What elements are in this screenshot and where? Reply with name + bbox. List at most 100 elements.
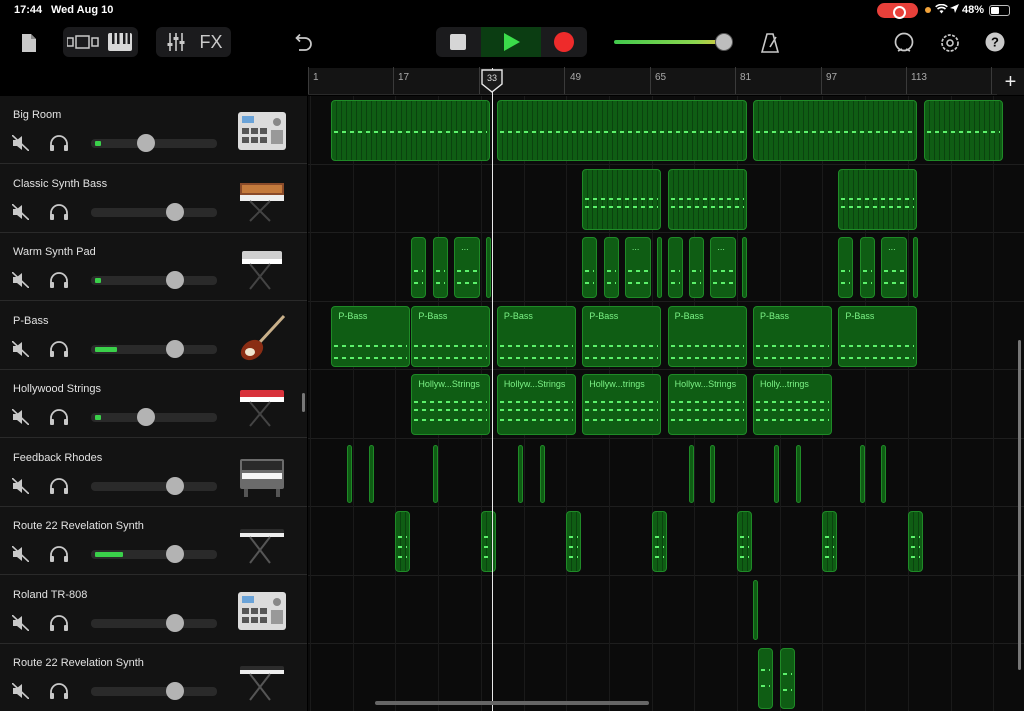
screen-recording-icon[interactable] — [877, 3, 918, 19]
region[interactable] — [913, 237, 919, 298]
region[interactable] — [742, 237, 748, 298]
add-track-button[interactable]: + — [997, 70, 1024, 95]
drum-machine-icon[interactable] — [236, 108, 288, 156]
track-volume-knob[interactable] — [137, 134, 155, 152]
arrangement-area[interactable]: ............ P-Bass P-Bass P-Bass P-Bass P-Ba… — [308, 96, 1024, 711]
track-volume-knob[interactable] — [166, 682, 184, 700]
region[interactable] — [753, 100, 918, 161]
track-volume-slider[interactable] — [91, 618, 217, 628]
track-header[interactable]: P-Bass — [0, 302, 307, 370]
region[interactable]: P-Bass — [667, 305, 747, 367]
track-volume-slider[interactable] — [91, 687, 217, 696]
track-volume-knob[interactable] — [166, 476, 184, 495]
timeline-ruler[interactable]: 1 17 33 49 65 81 97 113 — [308, 67, 1024, 95]
track-volume-slider[interactable] — [91, 481, 217, 491]
region[interactable] — [347, 444, 353, 503]
fx-button[interactable]: FX — [194, 27, 228, 57]
region[interactable]: ... — [710, 237, 736, 298]
region[interactable] — [651, 511, 667, 572]
region[interactable] — [838, 237, 854, 298]
loop-icon[interactable] — [892, 31, 916, 55]
region[interactable] — [688, 444, 694, 503]
mute-icon[interactable] — [11, 682, 30, 700]
region[interactable]: ... — [881, 237, 907, 298]
playhead-handle[interactable]: 33 — [481, 69, 503, 93]
synthesizer-icon[interactable] — [236, 177, 288, 225]
region[interactable]: Holly...trings — [753, 374, 833, 435]
master-volume-slider[interactable] — [614, 40, 730, 44]
region[interactable]: P-Bass — [582, 305, 662, 367]
keyboard-icon[interactable] — [103, 27, 137, 57]
region[interactable] — [822, 511, 838, 572]
region[interactable] — [486, 237, 492, 298]
synthesizer-stand-icon[interactable] — [236, 656, 288, 704]
region[interactable] — [838, 168, 918, 230]
track-view-icon[interactable] — [65, 27, 101, 57]
play-button[interactable] — [481, 27, 541, 57]
mute-icon[interactable] — [11, 476, 30, 495]
track-header[interactable]: Route 22 Revelation Synth — [0, 507, 307, 575]
region[interactable] — [774, 444, 780, 503]
mute-icon[interactable] — [11, 613, 30, 632]
region[interactable]: Hollyw...Strings — [411, 374, 491, 435]
track-volume-slider[interactable] — [91, 207, 217, 217]
region[interactable] — [395, 511, 411, 572]
master-volume-knob[interactable] — [715, 33, 733, 51]
region[interactable] — [656, 237, 662, 298]
region[interactable] — [795, 444, 801, 503]
track-volume-knob[interactable] — [166, 202, 184, 221]
region[interactable] — [667, 168, 747, 230]
mute-icon[interactable] — [11, 339, 30, 358]
region[interactable]: P-Bass — [753, 305, 833, 367]
track-header[interactable]: Hollywood Strings — [0, 370, 307, 438]
bass-guitar-icon[interactable] — [236, 314, 288, 362]
region[interactable] — [859, 444, 865, 503]
region[interactable]: Hollyw...Strings — [496, 374, 576, 435]
region[interactable] — [603, 237, 619, 298]
record-button[interactable] — [541, 27, 587, 57]
region[interactable] — [779, 648, 795, 709]
electric-piano-icon[interactable] — [236, 451, 288, 499]
headphones-icon[interactable] — [49, 682, 69, 700]
mute-icon[interactable] — [11, 271, 30, 289]
region[interactable]: P-Bass — [411, 305, 491, 367]
track-volume-slider[interactable] — [91, 276, 217, 285]
region[interactable] — [411, 237, 427, 298]
track-header[interactable]: Warm Synth Pad — [0, 233, 307, 301]
track-header[interactable]: Classic Synth Bass — [0, 165, 307, 233]
mixer-icon[interactable] — [160, 27, 192, 57]
region[interactable] — [907, 511, 923, 572]
track-header[interactable]: Feedback Rhodes — [0, 439, 307, 507]
region[interactable] — [582, 237, 598, 298]
region[interactable]: Hollyw...Strings — [667, 374, 747, 435]
horizontal-scrollbar[interactable] — [375, 701, 649, 705]
region[interactable]: ... — [454, 237, 480, 298]
region[interactable] — [923, 100, 1003, 161]
track-volume-knob[interactable] — [166, 339, 184, 358]
region[interactable] — [753, 579, 758, 640]
track-volume-knob[interactable] — [166, 545, 184, 563]
track-header[interactable]: Route 22 Revelation Synth — [0, 644, 307, 711]
region[interactable] — [859, 237, 875, 298]
region[interactable]: Hollyw...trings — [582, 374, 662, 435]
region[interactable] — [710, 444, 716, 503]
track-header[interactable]: Big Room — [0, 96, 307, 164]
metronome-icon[interactable] — [758, 31, 782, 55]
drum-machine-icon[interactable] — [236, 588, 288, 636]
region[interactable]: P-Bass — [496, 305, 576, 367]
region[interactable] — [539, 444, 545, 503]
stop-button[interactable] — [436, 27, 481, 57]
headphones-icon[interactable] — [49, 545, 69, 563]
region[interactable] — [432, 444, 438, 503]
region[interactable] — [432, 237, 448, 298]
document-icon[interactable] — [18, 31, 40, 55]
mute-icon[interactable] — [11, 134, 30, 152]
region[interactable] — [518, 444, 524, 503]
headphones-icon[interactable] — [49, 271, 69, 289]
region[interactable]: ... — [624, 237, 651, 298]
region[interactable]: P-Bass — [331, 305, 411, 367]
headphones-icon[interactable] — [49, 203, 69, 221]
mute-icon[interactable] — [11, 545, 30, 563]
region[interactable] — [758, 648, 774, 709]
region[interactable] — [368, 444, 374, 503]
